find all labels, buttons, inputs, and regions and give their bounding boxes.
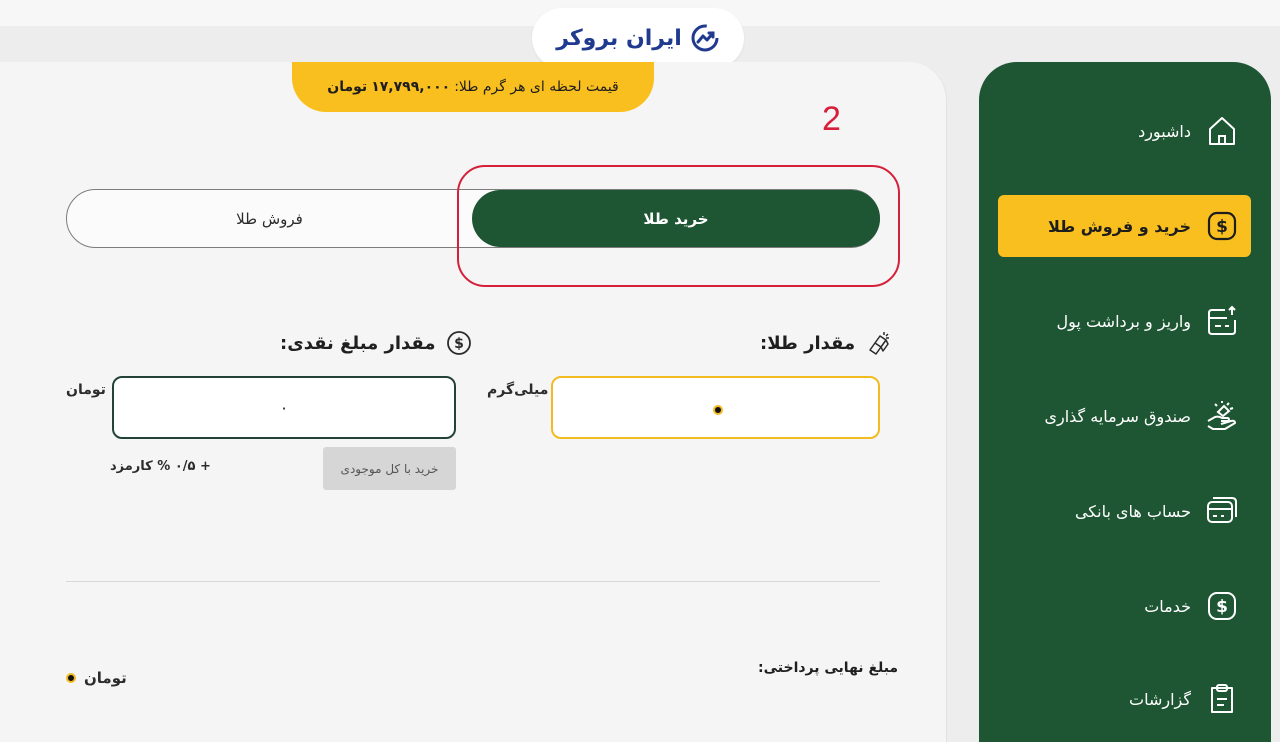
final-amount-unit: تومان <box>84 669 127 687</box>
cash-amount-label: $ مقدار مبلغ نقدی: <box>280 330 472 356</box>
gold-amount-label: مقدار طلا: <box>760 330 891 356</box>
fee-note: + ۰/۵ % کارمزد <box>110 459 211 474</box>
sidebar-item-label: واریز و برداشت پول <box>1056 311 1191 331</box>
cash-amount-field[interactable] <box>112 376 456 439</box>
gold-price-unit: تومان <box>327 79 368 95</box>
sidebar-item-buy-sell-gold[interactable]: $ خرید و فروش طلا <box>998 195 1251 257</box>
tab-sell-gold[interactable]: فروش طلا <box>67 190 472 247</box>
trend-up-icon <box>691 24 719 52</box>
toman-unit: تومان <box>66 382 106 398</box>
sidebar-item-label: داشبورد <box>1138 121 1191 141</box>
sidebar-item-services[interactable]: $ خدمات <box>998 575 1251 637</box>
sidebar-item-deposit-withdraw[interactable]: واریز و برداشت پول <box>998 290 1251 352</box>
svg-text:$: $ <box>1216 217 1228 237</box>
dollar-circle-icon: $ <box>446 331 471 355</box>
gold-price-banner: قیمت لحظه ای هر گرم طلا: ۱۷,۷۹۹,۰۰۰ توما… <box>292 62 654 112</box>
logo-text: ایران بروکر <box>556 25 682 51</box>
sidebar-item-label: گزارشات <box>1129 689 1191 709</box>
logo[interactable]: ایران بروکر <box>532 8 744 68</box>
sidebar-item-label: خرید و فروش طلا <box>1047 216 1191 236</box>
gold-price-label: قیمت لحظه ای هر گرم طلا: <box>454 79 619 95</box>
service-dollar-icon: $ <box>1208 592 1236 620</box>
bank-card-icon <box>1207 497 1237 523</box>
milligram-unit: میلی‌گرم <box>487 382 549 398</box>
sidebar-item-label: حساب های بانکی <box>1074 501 1191 521</box>
cash-amount-input[interactable] <box>129 397 439 418</box>
home-icon <box>1209 117 1235 145</box>
sidebar-item-reports[interactable]: گزارشات <box>998 668 1251 730</box>
step-highlight-box <box>457 165 900 287</box>
final-amount-label: مبلغ نهایی پرداختی: <box>758 660 899 676</box>
final-amount-value: تومان <box>66 669 127 687</box>
step-annotation-number: 2 <box>822 100 841 138</box>
sidebar-item-dashboard[interactable]: داشبورد <box>998 100 1251 162</box>
svg-text:$: $ <box>454 336 464 352</box>
sidebar-item-label: صندوق سرمایه گذاری <box>1044 406 1191 426</box>
report-icon <box>1211 684 1233 713</box>
sidebar-item-investment-fund[interactable]: صندوق سرمایه گذاری <box>998 385 1251 447</box>
cash-amount-label-text: مقدار مبلغ نقدی: <box>280 332 436 354</box>
gold-bars-icon <box>869 332 890 355</box>
divider <box>66 581 880 582</box>
gold-amount-field[interactable] <box>551 376 880 439</box>
final-amount-dot <box>66 673 76 683</box>
gold-price-value: ۱۷,۷۹۹,۰۰۰ <box>371 79 451 95</box>
sidebar-item-bank-accounts[interactable]: حساب های بانکی <box>998 480 1251 542</box>
investment-hand-icon <box>1207 401 1236 430</box>
buy-with-all-balance-button[interactable]: خرید با کل موجودی <box>323 447 456 490</box>
gold-amount-label-text: مقدار طلا: <box>760 332 856 354</box>
input-cursor-dot <box>713 405 723 415</box>
dollar-icon: $ <box>1207 211 1237 241</box>
sidebar-item-label: خدمات <box>1144 596 1191 616</box>
svg-text:$: $ <box>1216 597 1228 617</box>
wallet-transfer-icon <box>1208 305 1236 335</box>
